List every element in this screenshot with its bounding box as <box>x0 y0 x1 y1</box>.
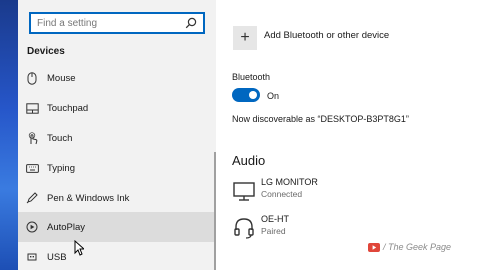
device-name: OE-HT <box>261 214 289 224</box>
sidebar-item-touchpad[interactable]: Touchpad <box>18 93 216 123</box>
add-device-button[interactable]: + <box>233 26 257 50</box>
sidebar-item-mouse[interactable]: Mouse <box>18 63 216 93</box>
device-status: Paired <box>261 226 286 236</box>
touchpad-icon <box>25 101 39 115</box>
sidebar-item-label: USB <box>47 251 67 263</box>
sidebar-item-label: Touchpad <box>47 102 89 114</box>
device-name: LG MONITOR <box>261 177 318 187</box>
monitor-icon <box>233 182 255 201</box>
search-input[interactable] <box>37 17 185 29</box>
autoplay-icon <box>25 220 39 234</box>
device-status: Connected <box>261 189 303 199</box>
audio-device-oe-ht[interactable]: OE-HT Paired <box>232 214 472 244</box>
sidebar-item-usb[interactable]: USB <box>18 242 216 272</box>
sidebar-item-touch[interactable]: Touch <box>18 123 216 153</box>
mouse-cursor-icon <box>74 240 84 256</box>
search-box[interactable] <box>29 12 205 34</box>
bluetooth-devices-panel: + Add Bluetooth or other device Bluetoot… <box>216 0 480 270</box>
desktop-background-strip <box>0 0 18 270</box>
add-device-label[interactable]: Add Bluetooth or other device <box>264 30 389 41</box>
usb-icon <box>25 250 39 264</box>
watermark: / The Geek Page <box>368 242 451 252</box>
play-icon <box>368 242 380 252</box>
pen-icon <box>25 191 39 205</box>
audio-section-heading: Audio <box>232 153 266 168</box>
sidebar-item-typing[interactable]: Typing <box>18 153 216 183</box>
bluetooth-toggle-state: On <box>267 91 280 101</box>
headset-icon <box>234 218 254 239</box>
mouse-icon <box>25 71 39 85</box>
sidebar-item-label: Touch <box>47 132 73 144</box>
toggle-knob <box>249 91 257 99</box>
bluetooth-toggle[interactable] <box>232 88 260 102</box>
keyboard-icon <box>25 161 39 175</box>
plus-icon: + <box>240 29 250 46</box>
discoverable-text: Now discoverable as “DESKTOP-B3PT8G1” <box>232 114 409 124</box>
sidebar-item-label: AutoPlay <box>47 221 86 233</box>
settings-sidebar: Devices Mouse Touchpad Touch Typing Pen … <box>18 0 216 270</box>
sidebar-item-autoplay[interactable]: AutoPlay <box>18 212 216 242</box>
sidebar-item-label: Mouse <box>47 72 76 84</box>
sidebar-item-label: Pen & Windows Ink <box>47 192 130 204</box>
sidebar-item-pen-windows-ink[interactable]: Pen & Windows Ink <box>18 183 216 213</box>
search-icon <box>185 17 197 29</box>
devices-section-title: Devices <box>27 46 65 57</box>
bluetooth-label: Bluetooth <box>232 72 271 82</box>
touch-icon <box>25 131 39 145</box>
sidebar-item-label: Typing <box>47 162 75 174</box>
watermark-text: / The Geek Page <box>383 242 452 252</box>
audio-device-lg-monitor[interactable]: LG MONITOR Connected <box>232 177 472 207</box>
